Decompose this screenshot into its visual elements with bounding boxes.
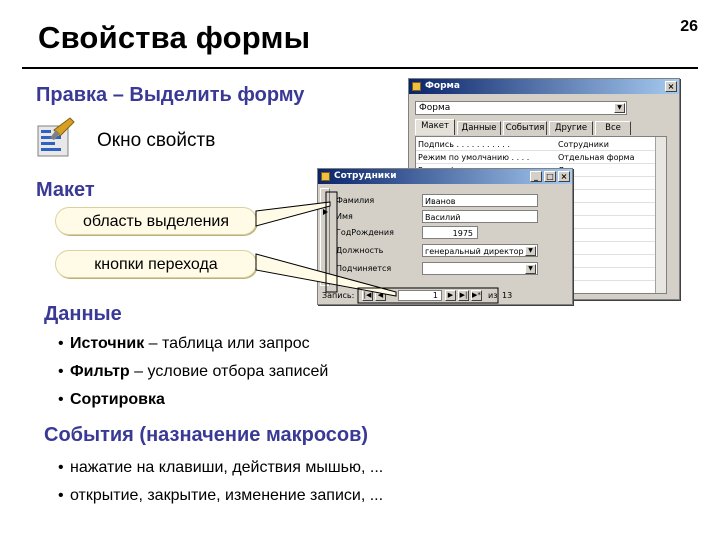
list-item-term: Источник — [70, 335, 145, 352]
list-item-text: нажатие на клавиши, действия мышью, ... — [70, 459, 384, 476]
list-item: • Источник – таблица или запрос — [58, 335, 310, 352]
list-item-text: – таблица или запрос — [144, 335, 310, 352]
list-item: • Сортировка — [58, 391, 165, 408]
list-item-text: – условие отбора записей — [129, 363, 329, 380]
events-heading: События (назначение макросов) — [44, 424, 369, 446]
list-item: • открытие, закрытие, изменение записи, .… — [58, 487, 384, 504]
data-heading: Данные — [44, 303, 122, 325]
list-item-term: Сортировка — [70, 391, 165, 408]
selection-callout-pointer — [255, 201, 331, 227]
list-item: • нажатие на клавиши, действия мышью, ... — [58, 459, 384, 476]
list-item: • Фильтр – условие отбора записей — [58, 363, 329, 380]
list-item-term: Фильтр — [70, 363, 130, 380]
list-item-text: открытие, закрытие, изменение записи, ..… — [70, 487, 384, 504]
